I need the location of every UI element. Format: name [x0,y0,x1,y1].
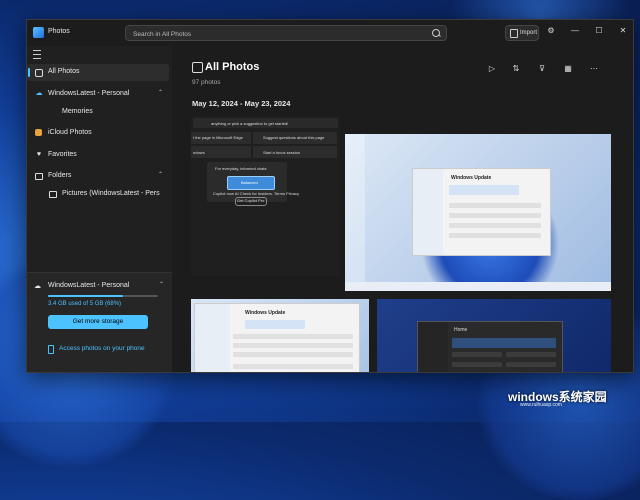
photo-thumbnail[interactable]: Windows Update [345,134,611,291]
chevron-up-icon[interactable]: ⌃ [158,89,163,96]
thumb-text: Balanced [241,180,258,185]
sidebar-item-onedrive-account[interactable]: ☁ WindowsLatest - Personal ⌃ [27,86,169,103]
photos-icon [35,69,43,77]
folder-icon [35,173,43,180]
screenshot-window: Home [417,321,563,372]
photo-thumbnail[interactable]: Windows Update [191,299,369,372]
onedrive-cloud-icon: ☁ [35,90,43,97]
sort-icon[interactable]: ⇅ [509,64,523,73]
access-photos-on-phone-link[interactable]: Access photos on your phone [59,345,145,352]
sidebar-item-label: Pictures (WindowsLatest - Pers [62,190,160,197]
more-options-icon[interactable]: ⋯ [587,64,601,73]
hamburger-menu-icon[interactable] [33,50,41,59]
thumb-text: Suggest questions about this page [263,135,325,140]
photo-thumbnail[interactable]: Home [377,299,611,372]
thumb-text: Get Copilot Pro [237,198,265,203]
chevron-up-icon[interactable]: ⌃ [159,281,164,288]
heart-icon: ♥ [36,151,42,158]
date-range-heading: May 12, 2024 - May 23, 2024 [192,99,291,108]
storage-panel: ☁ WindowsLatest - Personal ⌃ 3.4 GB used… [27,272,172,372]
search-icon[interactable] [432,29,440,37]
sidebar-item-all-photos[interactable]: All Photos [27,64,169,81]
photo-count: 97 photos [192,79,221,86]
storage-progress-fill [48,295,123,297]
thumb-window-title: Windows Update [451,175,492,181]
sidebar-item-label: Folders [48,172,72,179]
filter-icon[interactable]: ⊽ [535,64,549,73]
view-options-icon[interactable]: ▦ [561,64,575,73]
thumb-window-title: Home [454,327,468,333]
storage-used-text: 3.4 GB used of 5 GB (68%) [48,301,122,307]
thumb-text: For everyday, informed chats [215,166,267,171]
sidebar-item-label: All Photos [48,68,80,75]
import-label: Import [520,30,538,36]
icloud-icon [35,129,42,136]
main-content: All Photos 97 photos May 12, 2024 - May … [172,46,633,372]
sidebar-item-pictures-folder[interactable]: Pictures (WindowsLatest - Pers [27,186,169,203]
thumb-window-title: Windows Update [245,310,286,316]
minimize-icon[interactable]: — [568,26,582,35]
search-input[interactable] [131,27,425,41]
photos-window: Photos Import ⚙ — ☐ ✕ All Photos ☁ Windo… [26,19,634,373]
screenshot-window: Windows Update [412,168,551,256]
sidebar: All Photos ☁ WindowsLatest - Personal ⌃ … [27,46,172,372]
maximize-icon[interactable]: ☐ [592,26,606,35]
settings-gear-icon[interactable]: ⚙ [544,26,558,35]
title-bar: Photos Import ⚙ — ☐ ✕ [27,20,633,46]
page-title: All Photos [205,61,260,73]
watermark-url: www.ruihuasp.com [520,402,562,408]
thumb-text: Start a focus session [263,150,301,155]
folder-icon [49,191,57,198]
photos-icon [192,62,203,73]
sidebar-item-label: Memories [62,108,93,115]
phone-icon [48,345,54,354]
photo-thumbnail[interactable]: anything or pick a suggestion to get sta… [191,116,340,276]
sidebar-item-favorites[interactable]: ♥ Favorites [27,147,169,164]
get-more-storage-button[interactable]: Get more storage [48,315,148,329]
sidebar-item-folders[interactable]: Folders ⌃ [27,168,169,185]
photos-app-icon [33,27,44,38]
thumb-text: anything or pick a suggestion to get sta… [211,121,289,126]
storage-account-name: WindowsLatest - Personal [48,282,130,289]
import-button[interactable]: Import [505,25,539,41]
screenshot-window: Windows Update [194,303,360,372]
thumb-text: t the page in Microsoft Edge [193,135,243,140]
thumb-text: Copilot now AI Check for Insiders. Terms… [213,191,300,196]
search-box[interactable] [125,25,447,41]
close-icon[interactable]: ✕ [616,26,630,35]
cloud-icon: ☁ [34,283,41,290]
sidebar-item-label: iCloud Photos [48,129,92,136]
slideshow-icon[interactable]: ▷ [485,64,499,73]
sidebar-item-memories[interactable]: Memories [27,104,169,121]
sidebar-item-icloud-photos[interactable]: iCloud Photos [27,125,169,142]
sidebar-item-label: WindowsLatest - Personal [48,90,130,97]
import-icon [510,29,518,38]
storage-progress-bar [48,295,158,297]
chevron-up-icon[interactable]: ⌃ [158,171,163,178]
app-title: Photos [48,28,70,35]
thumb-text: ndows [193,150,205,155]
sidebar-item-label: Favorites [48,151,77,158]
